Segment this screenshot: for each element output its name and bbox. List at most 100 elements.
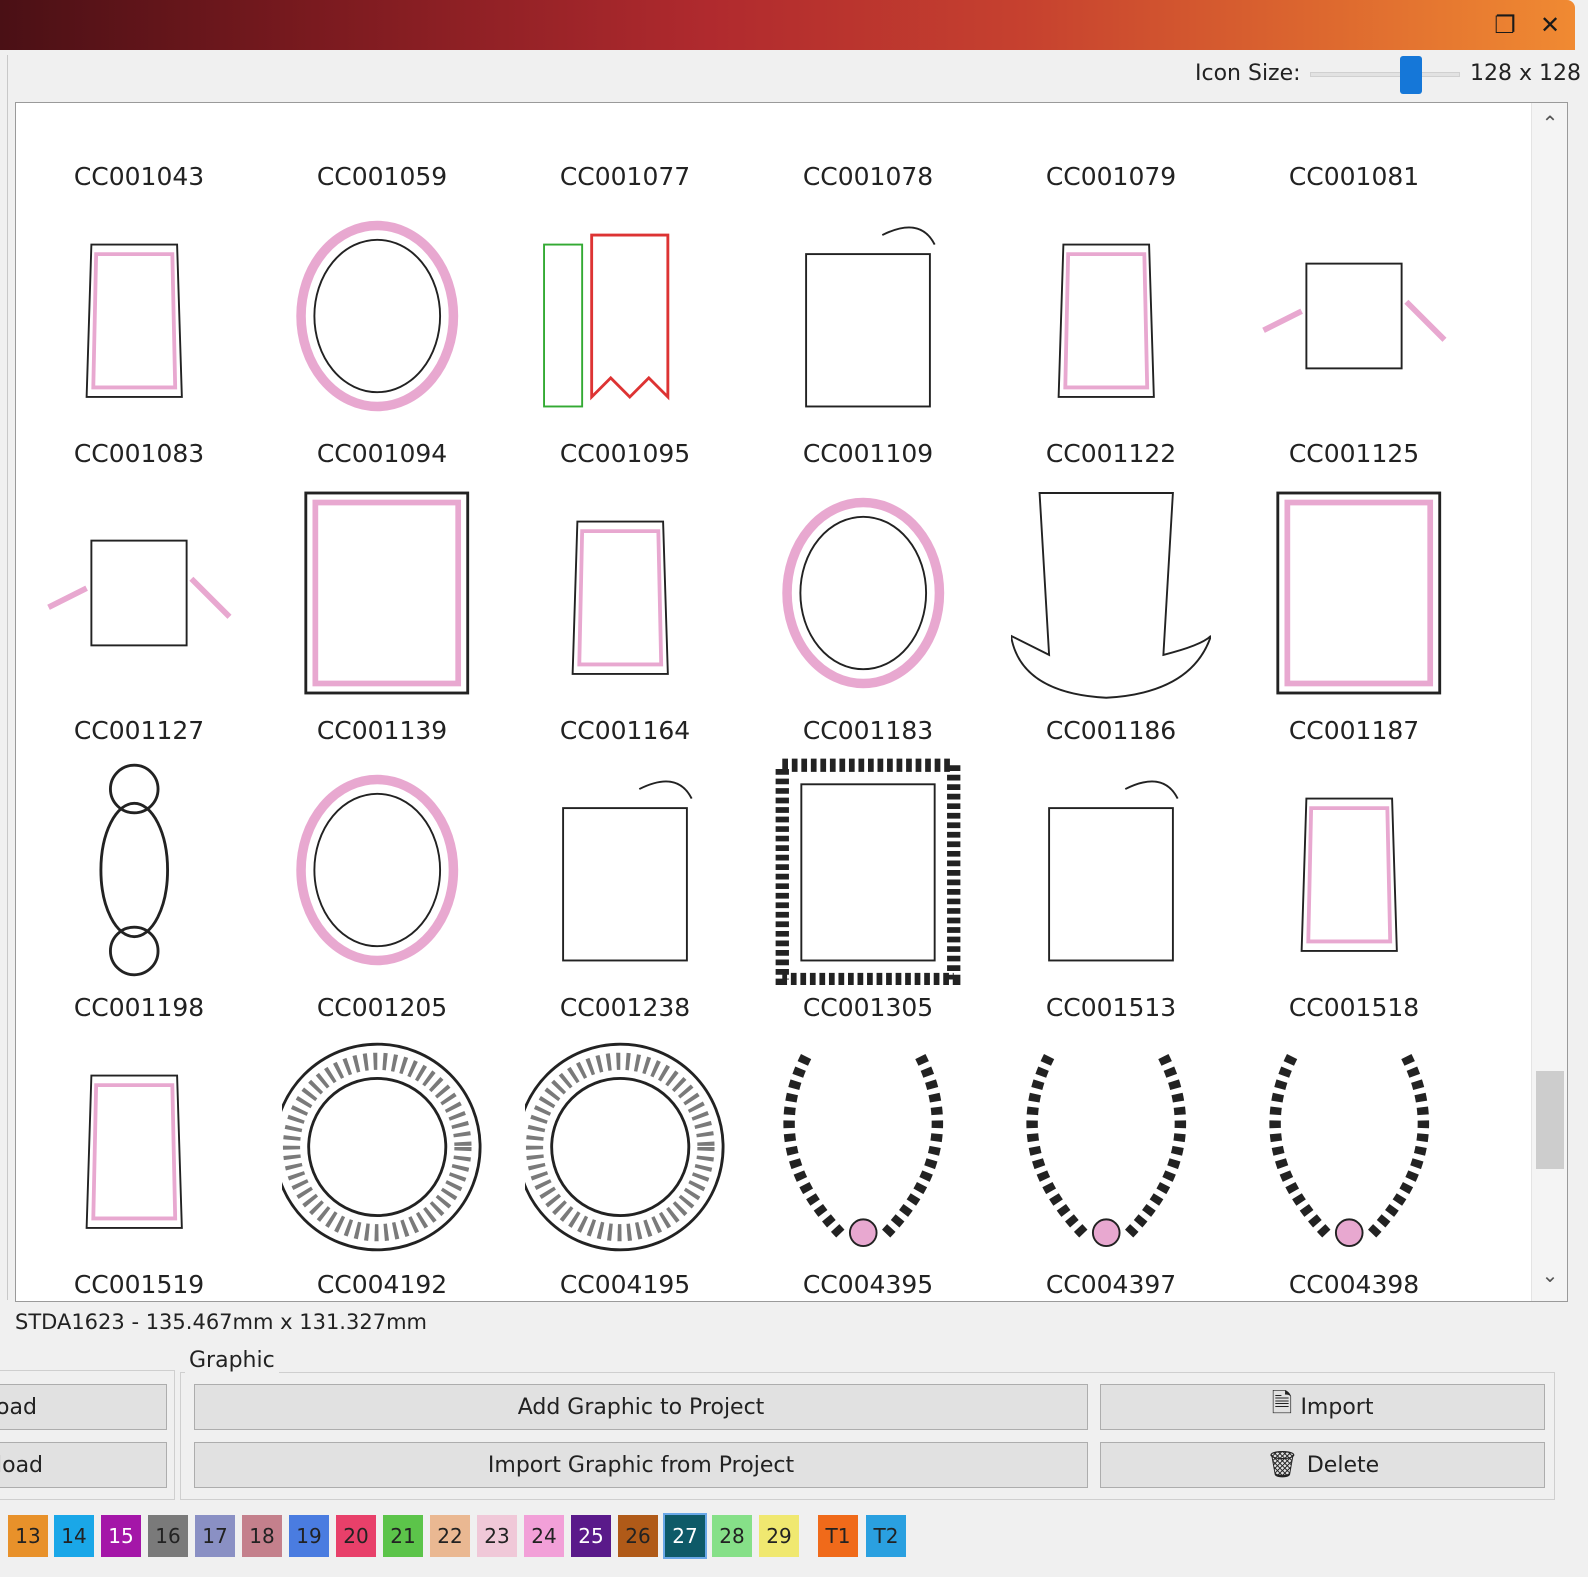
color-tab[interactable]: 21 xyxy=(383,1515,423,1557)
color-tab[interactable]: 29 xyxy=(759,1515,799,1557)
icon-size-slider-handle[interactable] xyxy=(1399,56,1422,94)
color-tab[interactable]: 17 xyxy=(195,1515,235,1557)
color-tab[interactable]: 15 xyxy=(101,1515,141,1557)
gallery-item[interactable]: CC001059 xyxy=(259,102,505,196)
gallery-item[interactable]: CC001077 xyxy=(502,102,748,196)
color-tab[interactable]: 28 xyxy=(712,1515,752,1557)
gallery-item[interactable]: CC001305 xyxy=(745,749,991,1027)
scroll-thumb[interactable] xyxy=(1536,1071,1564,1169)
graphic-thumbnail xyxy=(99,763,169,977)
gallery-item[interactable]: CC001187 xyxy=(1231,472,1477,750)
color-tab[interactable]: 20 xyxy=(336,1515,376,1557)
import-icon: 🗎 xyxy=(1271,1389,1293,1419)
gallery-item[interactable]: CC001043 xyxy=(16,103,262,196)
color-tab[interactable]: 19 xyxy=(289,1515,329,1557)
color-tabs: 13 14 15 16 17 18 19 20 21 22 23 24 25 26 27 28 29 T1 T2 xyxy=(0,1510,1588,1560)
gallery-item[interactable]: CC001081 xyxy=(1231,102,1477,196)
color-tab[interactable]: 22 xyxy=(430,1515,470,1557)
delete-button[interactable]: 🗑 Delete xyxy=(1100,1442,1545,1488)
color-tab[interactable]: 14 xyxy=(54,1515,94,1557)
gallery-item[interactable]: CC001125 xyxy=(1231,195,1477,473)
color-tab[interactable]: 23 xyxy=(477,1515,517,1557)
gallery-item[interactable]: CC001183 xyxy=(745,472,991,750)
graphic-thumbnail xyxy=(1254,102,1454,154)
gallery-item-label: CC004192 xyxy=(316,1270,448,1299)
gallery-item[interactable]: CC001238 xyxy=(502,749,748,1027)
color-tab[interactable]: 26 xyxy=(618,1515,658,1557)
graphic-thumbnail xyxy=(296,774,459,966)
gallery-scrollbar[interactable]: ⌃ ⌄ xyxy=(1531,103,1567,1301)
gallery-item-label: CC001043 xyxy=(73,162,205,191)
color-tab[interactable]: 25 xyxy=(571,1515,611,1557)
graphic-thumbnail xyxy=(783,1053,944,1247)
scroll-down-icon[interactable]: ⌄ xyxy=(1532,1263,1567,1293)
gallery-item[interactable]: CC001519 xyxy=(16,1026,262,1301)
color-tab[interactable]: T1 xyxy=(818,1515,858,1557)
graphic-thumbnail xyxy=(775,758,961,985)
gallery-item[interactable]: CC004395 xyxy=(745,1026,991,1301)
icon-size-slider[interactable] xyxy=(1310,72,1460,77)
graphic-thumbnail xyxy=(282,102,482,154)
gallery-item-label: CC001079 xyxy=(1045,162,1177,191)
gallery-item-label: CC001238 xyxy=(559,993,691,1022)
gallery-item[interactable]: CC004397 xyxy=(988,1026,1234,1301)
color-tab[interactable]: T2 xyxy=(866,1515,906,1557)
gallery-item[interactable]: CC001095 xyxy=(502,195,748,473)
gallery-item[interactable]: CC001205 xyxy=(259,749,505,1027)
gallery-item[interactable]: CC004195 xyxy=(502,1026,748,1301)
graphic-thumbnail xyxy=(1011,102,1211,154)
color-tab[interactable]: 13 xyxy=(8,1515,48,1557)
gallery-item[interactable]: CC001094 xyxy=(259,195,505,473)
gallery-item[interactable]: CC004398 xyxy=(1231,1026,1477,1301)
import-from-project-label: Import Graphic from Project xyxy=(487,1452,795,1478)
gallery-item[interactable]: CC004192 xyxy=(259,1026,505,1301)
gallery-item[interactable]: CC001518 xyxy=(1231,749,1477,1027)
gallery-item[interactable]: CC001109 xyxy=(745,195,991,473)
gallery-item-label: CC001186 xyxy=(1045,716,1177,745)
download-button[interactable]: load xyxy=(0,1442,167,1488)
color-tab[interactable]: 18 xyxy=(242,1515,282,1557)
gallery-item[interactable]: CC001164 xyxy=(502,472,748,750)
gallery-item[interactable]: CC001122 xyxy=(988,195,1234,473)
gallery-item[interactable]: CC001127 xyxy=(16,472,262,750)
gallery-item[interactable]: CC001186 xyxy=(988,472,1234,750)
gallery-item[interactable]: CC001198 xyxy=(16,749,262,1027)
gallery-item[interactable]: CC001079 xyxy=(988,102,1234,196)
upload-button[interactable]: oad xyxy=(0,1384,167,1430)
gallery-item-label: CC001077 xyxy=(559,162,691,191)
gallery-item[interactable]: CC001078 xyxy=(745,102,991,196)
restore-icon[interactable]: ❐ xyxy=(1488,8,1522,42)
gallery-item-label: CC001519 xyxy=(73,1270,205,1299)
color-tab[interactable]: 24 xyxy=(524,1515,564,1557)
graphic-thumbnail xyxy=(768,102,968,154)
download-button-label: load xyxy=(0,1452,44,1478)
gallery-item-label: CC001187 xyxy=(1288,716,1420,745)
graphic-thumbnail xyxy=(525,102,725,154)
color-tab[interactable]: 27 xyxy=(663,1513,707,1559)
gallery-item-label: CC001078 xyxy=(802,162,934,191)
gallery-item-label: CC001183 xyxy=(802,716,934,745)
close-icon[interactable]: ✕ xyxy=(1533,8,1567,42)
graphic-thumbnail xyxy=(1026,1053,1187,1247)
graphic-thumbnail xyxy=(85,243,183,398)
import-button[interactable]: 🗎 Import xyxy=(1100,1384,1545,1430)
icon-size-value: 128 x 128 xyxy=(1470,61,1581,86)
graphic-thumbnail xyxy=(1011,492,1211,699)
graphics-gallery[interactable]: CC001043 CC001059 CC001077 CC001078 CC001079… xyxy=(15,102,1568,1302)
gallery-item[interactable]: CC001513 xyxy=(988,749,1234,1027)
gallery-item-label: CC001305 xyxy=(802,993,934,1022)
delete-label: Delete xyxy=(1306,1452,1380,1478)
color-tab[interactable]: 16 xyxy=(148,1515,188,1557)
gallery-item[interactable]: CC001083 xyxy=(16,195,262,473)
gallery-item[interactable]: CC001139 xyxy=(259,472,505,750)
title-bar: ❐ ✕ xyxy=(0,0,1575,50)
import-graphic-from-project-button[interactable]: Import Graphic from Project xyxy=(194,1442,1088,1488)
scroll-up-icon[interactable]: ⌃ xyxy=(1532,111,1567,141)
import-label: Import xyxy=(1300,1394,1374,1420)
gallery-item-label: CC001095 xyxy=(559,439,691,468)
add-graphic-button[interactable]: Add Graphic to Project xyxy=(194,1384,1088,1430)
gallery-item-label: CC004398 xyxy=(1288,1270,1420,1299)
upload-button-label: oad xyxy=(0,1394,37,1420)
graphic-thumbnail xyxy=(1057,243,1155,398)
icon-size-label: Icon Size: xyxy=(1195,61,1301,86)
